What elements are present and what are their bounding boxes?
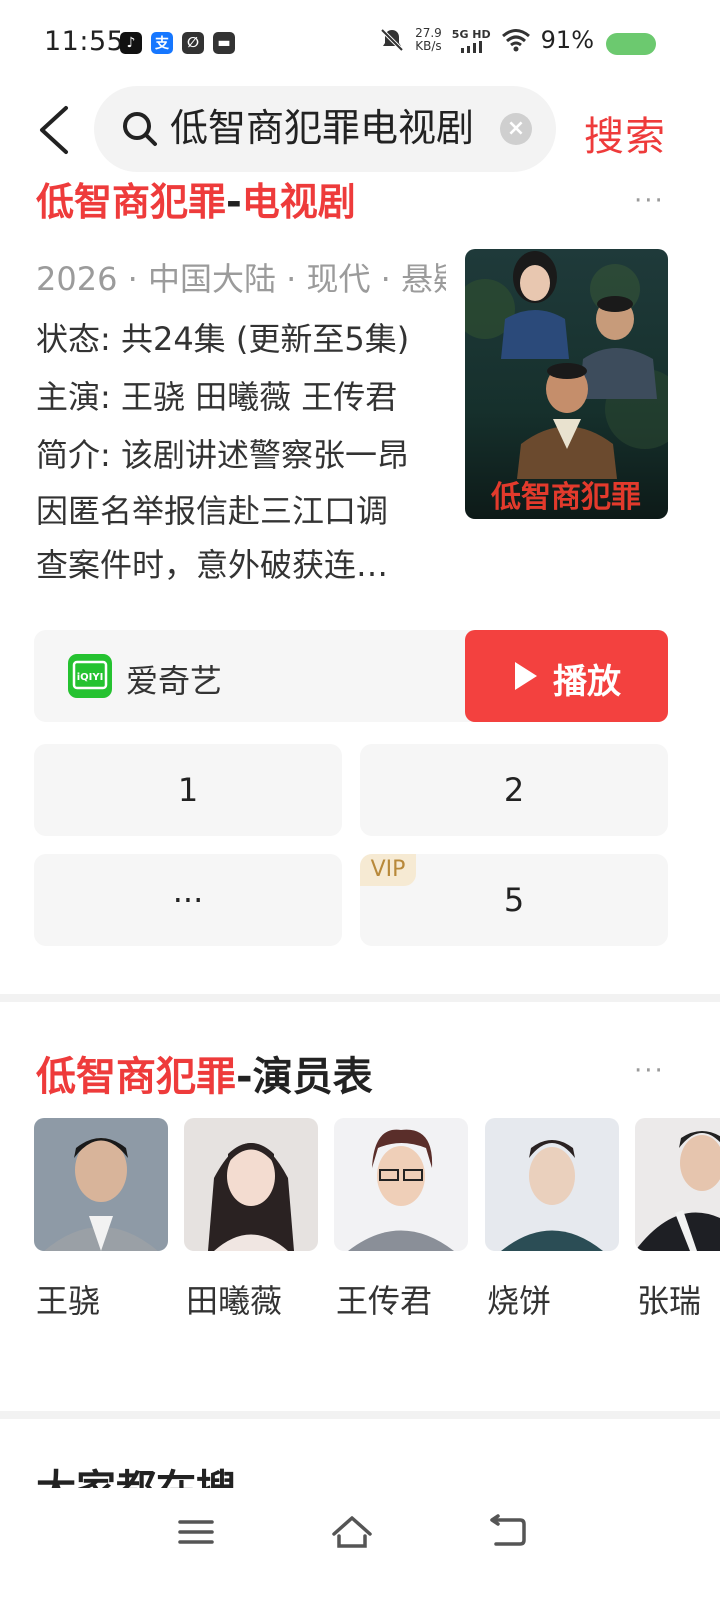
home-icon[interactable]: [330, 1512, 374, 1552]
play-button[interactable]: 播放: [465, 630, 668, 722]
poster-image: 低智商犯罪: [465, 249, 668, 519]
show-title-name: 低智商犯罪: [36, 180, 227, 222]
battery-percent: 91%: [540, 26, 594, 54]
iqiyi-icon: iQIYI: [68, 654, 112, 698]
net-speed-unit: KB/s: [415, 39, 442, 53]
wifi-icon: [501, 29, 530, 52]
cast-avatar[interactable]: [635, 1118, 720, 1251]
navigation-bar: [0, 1488, 720, 1608]
more-options-icon[interactable]: ···: [634, 1056, 665, 1086]
section-divider: [0, 994, 720, 1002]
back-nav-icon[interactable]: [488, 1512, 528, 1552]
cast-avatar[interactable]: [34, 1118, 168, 1251]
alipay-icon: 支: [151, 32, 173, 54]
play-source-row[interactable]: iQIYI 爱奇艺 播放: [34, 630, 668, 722]
cast-name[interactable]: 王传君: [336, 1276, 432, 1322]
net-speed: 27.9 KB/s: [415, 27, 442, 53]
clear-icon[interactable]: ×: [500, 113, 532, 145]
episode-button[interactable]: 2: [360, 744, 668, 836]
show-status: 状态: 共24集 (更新至5集): [36, 320, 410, 358]
cast-name[interactable]: 田曦薇: [186, 1276, 282, 1322]
show-title-sep: -: [226, 180, 242, 222]
episode-more-button[interactable]: ···: [34, 854, 342, 946]
notification-icons: ♪ 支 ∅ ▬: [120, 32, 235, 54]
iqiyi-logo-text: iQIYI: [77, 672, 104, 683]
episode-button[interactable]: VIP 5: [360, 854, 668, 946]
platform-label: 爱奇艺: [126, 662, 223, 700]
show-poster[interactable]: 低智商犯罪: [465, 249, 668, 519]
more-options-icon[interactable]: ···: [634, 186, 665, 216]
menu-icon[interactable]: [176, 1512, 216, 1552]
search-input[interactable]: 低智商犯罪电视剧 ×: [94, 86, 556, 172]
message-icon: ▬: [213, 32, 235, 54]
search-query[interactable]: 低智商犯罪电视剧: [170, 104, 480, 152]
cast-title-rest: -演员表: [236, 1054, 373, 1100]
mute-bell-icon: [380, 28, 404, 52]
cast-section-title[interactable]: 低智商犯罪-演员表: [36, 1044, 373, 1102]
tiktok-icon: ♪: [120, 32, 142, 54]
play-button-label: 播放: [553, 662, 621, 702]
cast-avatar[interactable]: [334, 1118, 468, 1251]
show-cast: 主演: 王骁 田曦薇 王传君: [36, 378, 398, 416]
show-title[interactable]: 低智商犯罪-电视剧: [36, 176, 356, 222]
search-icon: [123, 112, 157, 146]
cast-name[interactable]: 烧饼: [487, 1276, 551, 1322]
show-title-type: 电视剧: [241, 180, 356, 222]
episode-label: 5: [503, 881, 525, 919]
episode-button[interactable]: 1: [34, 744, 342, 836]
show-intro-line: 查案件时，意外破获连…: [36, 546, 389, 584]
play-icon: [515, 662, 537, 690]
show-meta: 2026 · 中国大陆 · 现代 · 悬疑: [36, 260, 446, 298]
cast-avatar[interactable]: [184, 1118, 318, 1251]
battery-icon: [606, 33, 656, 55]
section-divider: [0, 1411, 720, 1419]
back-arrow-icon[interactable]: [36, 104, 76, 156]
signal-label: 5G HD: [451, 27, 491, 41]
cast-title-name: 低智商犯罪: [36, 1054, 236, 1100]
cast-avatar[interactable]: [485, 1118, 619, 1251]
cell-signal-icon: 5G HD: [452, 28, 491, 53]
show-intro-line: 简介: 该剧讲述警察张一昂: [36, 436, 409, 474]
trending-section-title[interactable]: 大家都在搜: [36, 1462, 236, 1490]
status-time: 11:55: [44, 26, 125, 57]
search-button[interactable]: 搜索: [584, 104, 666, 162]
app-icon: ∅: [182, 32, 204, 54]
poster-title: 低智商犯罪: [490, 480, 641, 515]
status-bar: 11:55 ♪ 支 ∅ ▬ 27.9 KB/s 5G HD 91%: [0, 0, 720, 88]
cast-name[interactable]: 张瑞: [637, 1276, 720, 1322]
show-intro-line: 因匿名举报信赴三江口调: [36, 492, 389, 530]
vip-badge: VIP: [360, 854, 416, 886]
cast-name[interactable]: 王骁: [36, 1276, 100, 1322]
